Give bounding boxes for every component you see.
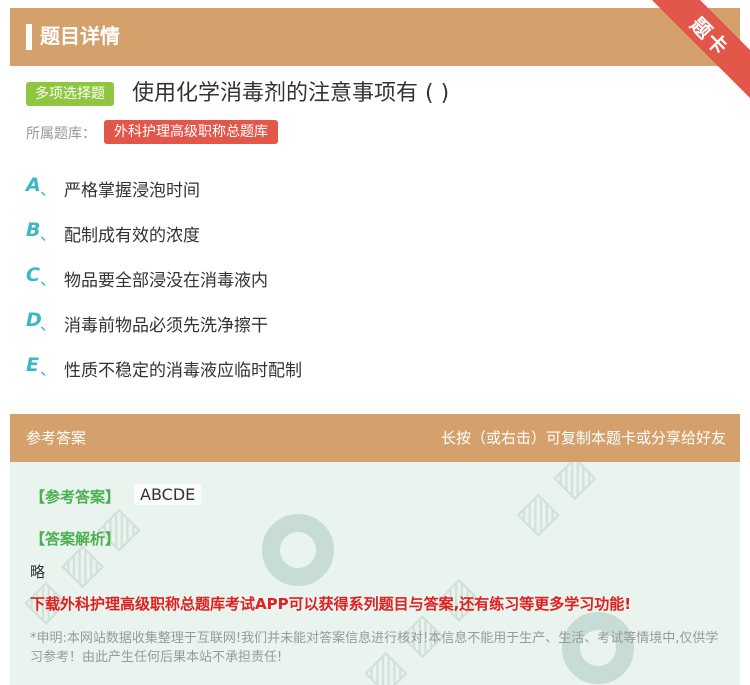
page-title: 题目详情: [40, 24, 120, 48]
option-letter: A: [26, 174, 41, 196]
option-letter: C: [26, 264, 40, 286]
option-separator: 、: [40, 180, 57, 199]
answer-bar-title: 参考答案: [26, 429, 87, 447]
option-e[interactable]: E 、 性质不稳定的消毒液应临时配制: [26, 350, 726, 395]
answer-value: ABCDE: [134, 484, 202, 505]
app-download-link[interactable]: 下载外科护理高级职称总题库考试APP可以获得系列题目与答案,还有练习等更多学习功…: [30, 593, 631, 614]
watermark-logo-icon: [262, 514, 334, 586]
option-a[interactable]: A 、 严格掌握浸泡时间: [26, 170, 726, 215]
option-separator: 、: [40, 360, 57, 379]
analysis-label: 【答案解析】: [30, 530, 121, 548]
options-list: A 、 严格掌握浸泡时间 B 、 配制成有效的浓度 C 、 物品要全部浸没在消毒…: [26, 170, 726, 395]
analysis-text: 略: [30, 563, 46, 581]
option-b[interactable]: B 、 配制成有效的浓度: [26, 215, 726, 260]
question-row: 多项选择题 使用化学消毒剂的注意事项有 ( ): [26, 78, 726, 118]
option-separator: 、: [40, 270, 57, 289]
option-letter: E: [26, 354, 39, 376]
option-text: 配制成有效的浓度: [64, 226, 200, 246]
option-text: 严格掌握浸泡时间: [64, 181, 200, 201]
header-accent-bar: [26, 24, 32, 50]
answer-bar: 参考答案 长按（或右击）可复制本题卡或分享给好友: [10, 414, 740, 462]
share-hint: 长按（或右击）可复制本题卡或分享给好友: [440, 429, 726, 447]
disclaimer-text: *申明:本网站数据收集整理于互联网!我们并未能对答案信息进行核对!本信息不能用于…: [30, 631, 719, 665]
option-separator: 、: [40, 315, 57, 334]
bank-link[interactable]: 外科护理高级职称总题库: [104, 120, 278, 144]
header-bar: 题目详情: [10, 8, 740, 66]
option-d[interactable]: D 、 消毒前物品必须先洗净擦干: [26, 305, 726, 350]
option-letter: B: [26, 219, 41, 241]
option-text: 性质不稳定的消毒液应临时配制: [64, 361, 302, 381]
question-text: 使用化学消毒剂的注意事项有 ( ): [132, 81, 450, 106]
answer-panel: ▨ ▨ ▨ ▨ ▨ ▨ ▨ ▨ 【参考答案】 ABCDE 【答案解析】 略 下载…: [10, 462, 740, 685]
ribbon-label: 题卡: [685, 12, 734, 61]
bank-label: 所属题库：: [26, 126, 96, 142]
question-type-badge: 多项选择题: [26, 82, 114, 106]
option-c[interactable]: C 、 物品要全部浸没在消毒液内: [26, 260, 726, 305]
watermark-icon: ▨ ▨ ▨: [354, 568, 487, 685]
option-separator: 、: [40, 225, 57, 244]
answer-label: 【参考答案】: [30, 488, 121, 506]
option-text: 消毒前物品必须先洗净擦干: [64, 316, 268, 336]
option-text: 物品要全部浸没在消毒液内: [64, 271, 268, 291]
watermark-icon: ▨ ▨: [506, 462, 603, 543]
